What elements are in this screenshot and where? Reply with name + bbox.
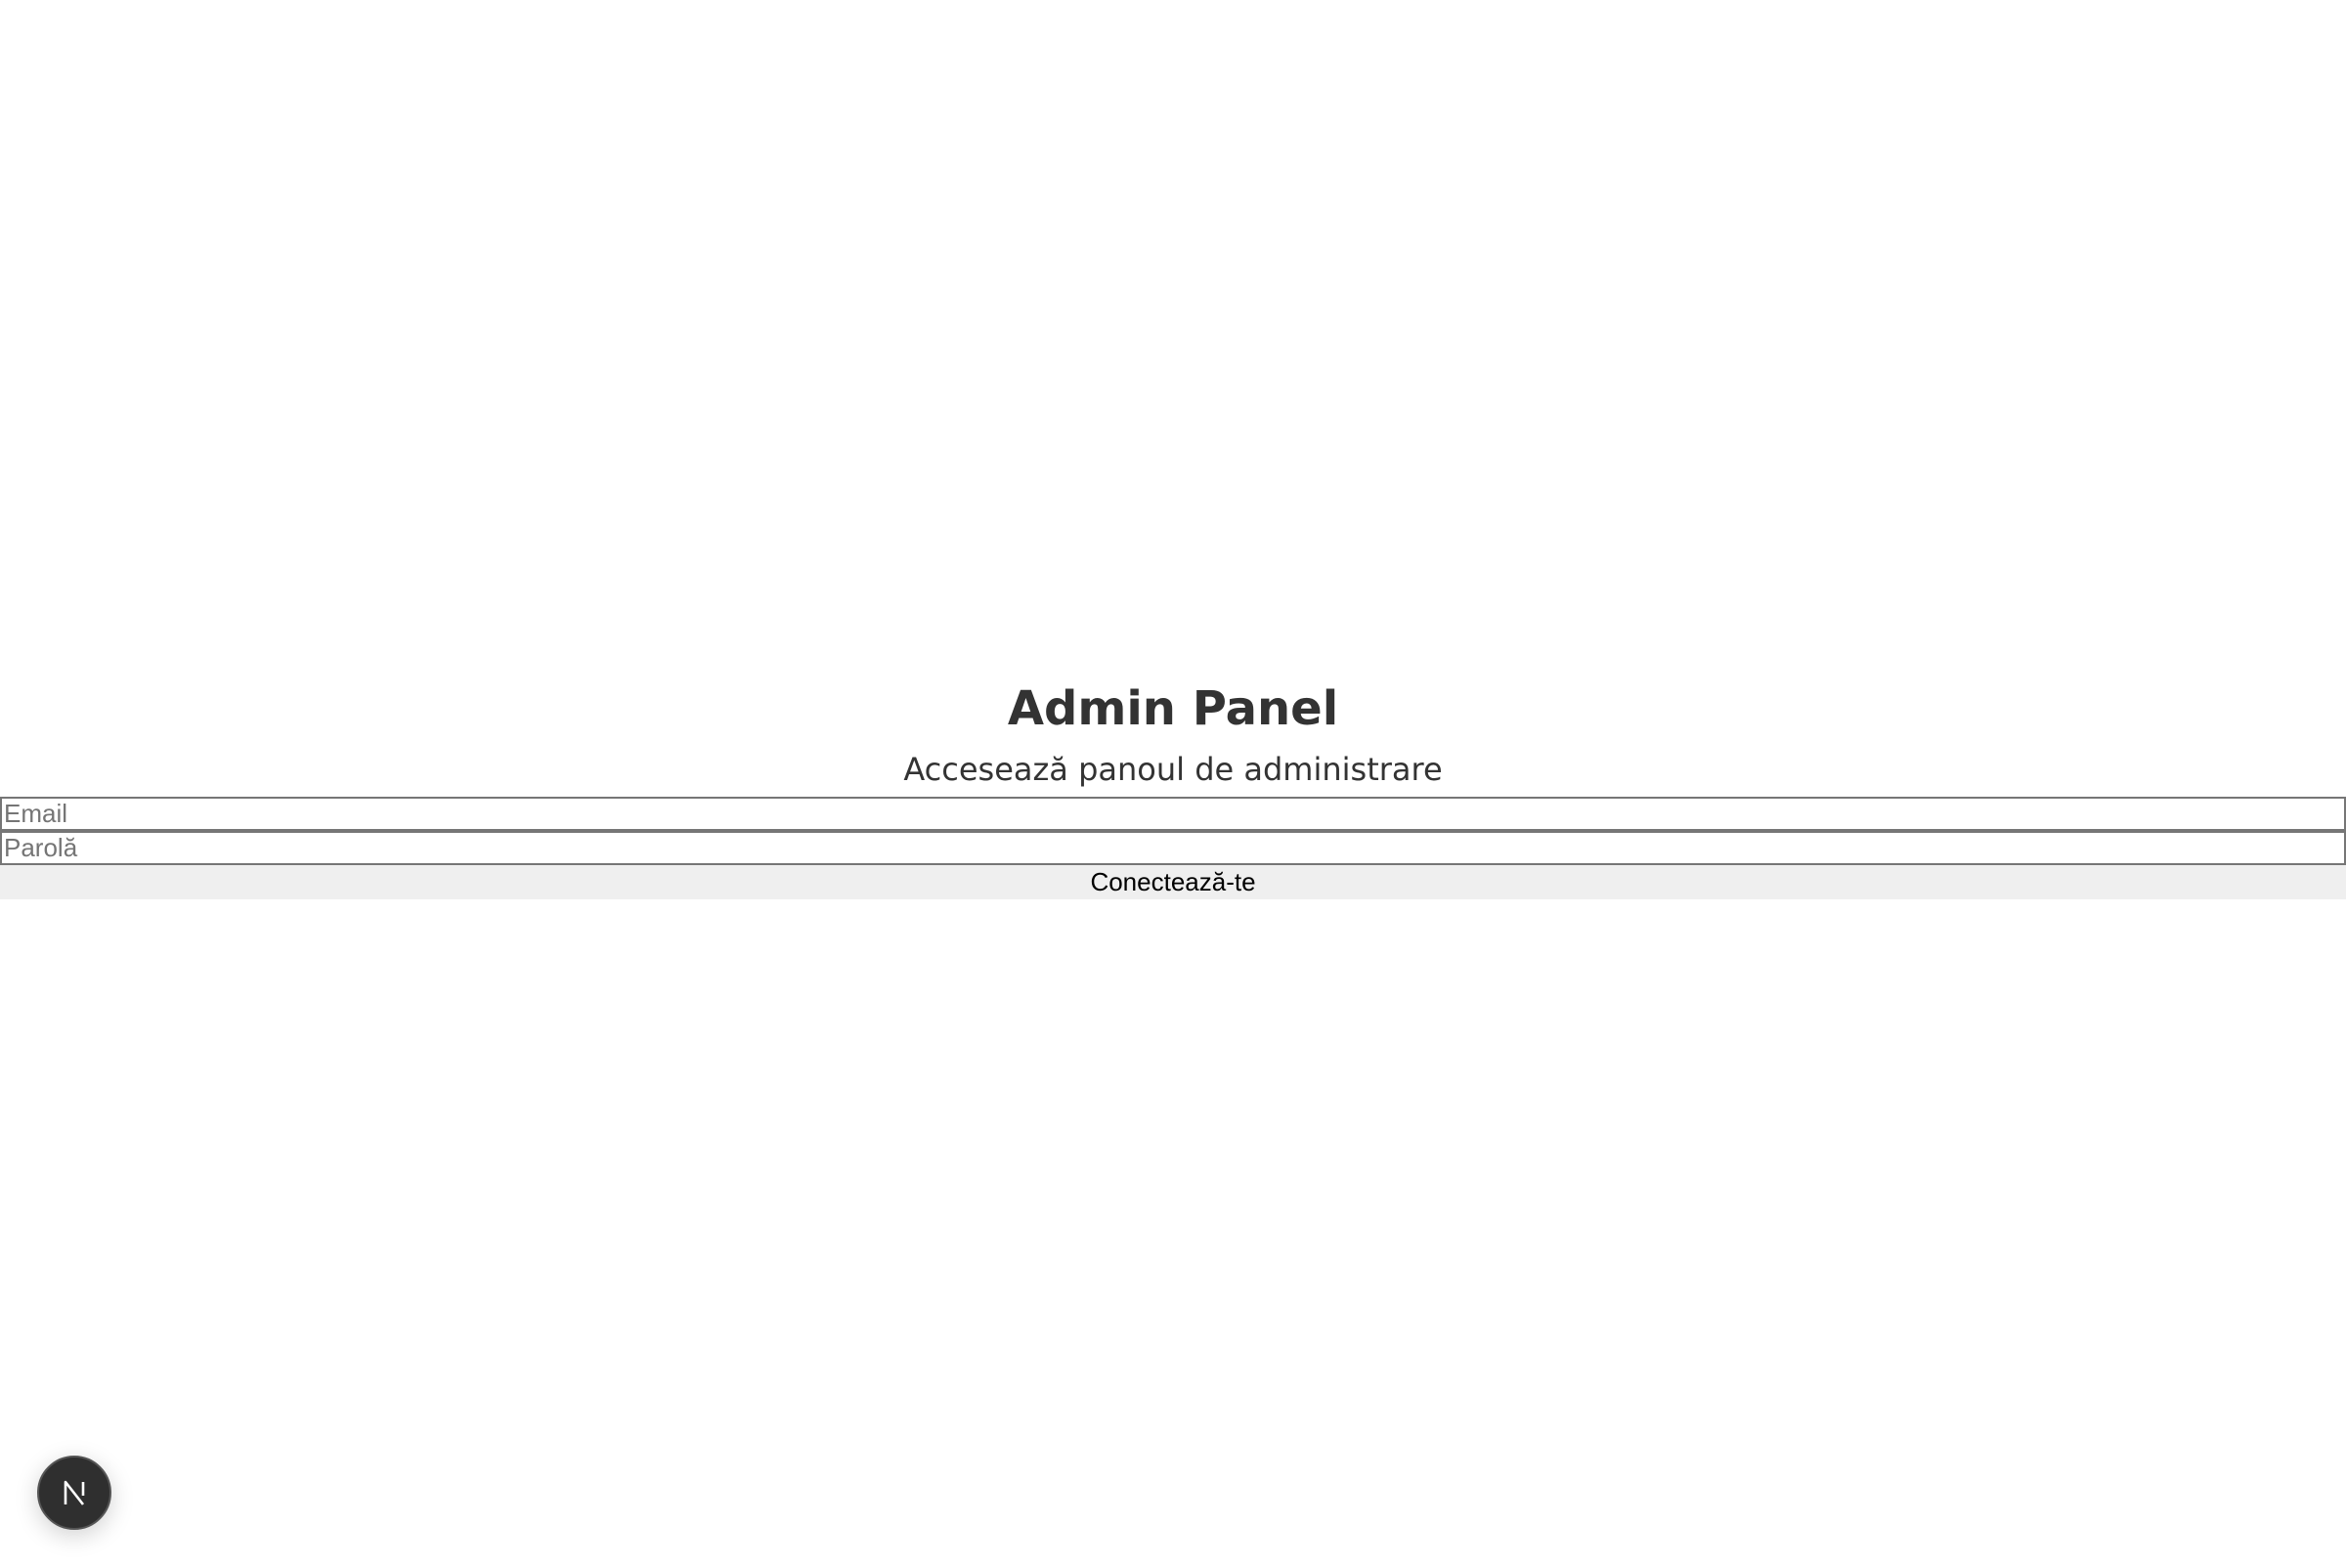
login-form: Conectează-te <box>0 797 2346 899</box>
nextjs-logo-icon <box>60 1478 89 1507</box>
nextjs-dev-indicator-button[interactable] <box>37 1456 111 1530</box>
login-container: Admin Panel Accesează panoul de administ… <box>0 675 2346 899</box>
page-subtitle: Accesează panoul de administrare <box>903 751 1443 788</box>
password-field[interactable] <box>0 831 2346 865</box>
page-title: Admin Panel <box>1007 681 1339 736</box>
login-button[interactable]: Conectează-te <box>0 865 2346 899</box>
email-field[interactable] <box>0 797 2346 831</box>
